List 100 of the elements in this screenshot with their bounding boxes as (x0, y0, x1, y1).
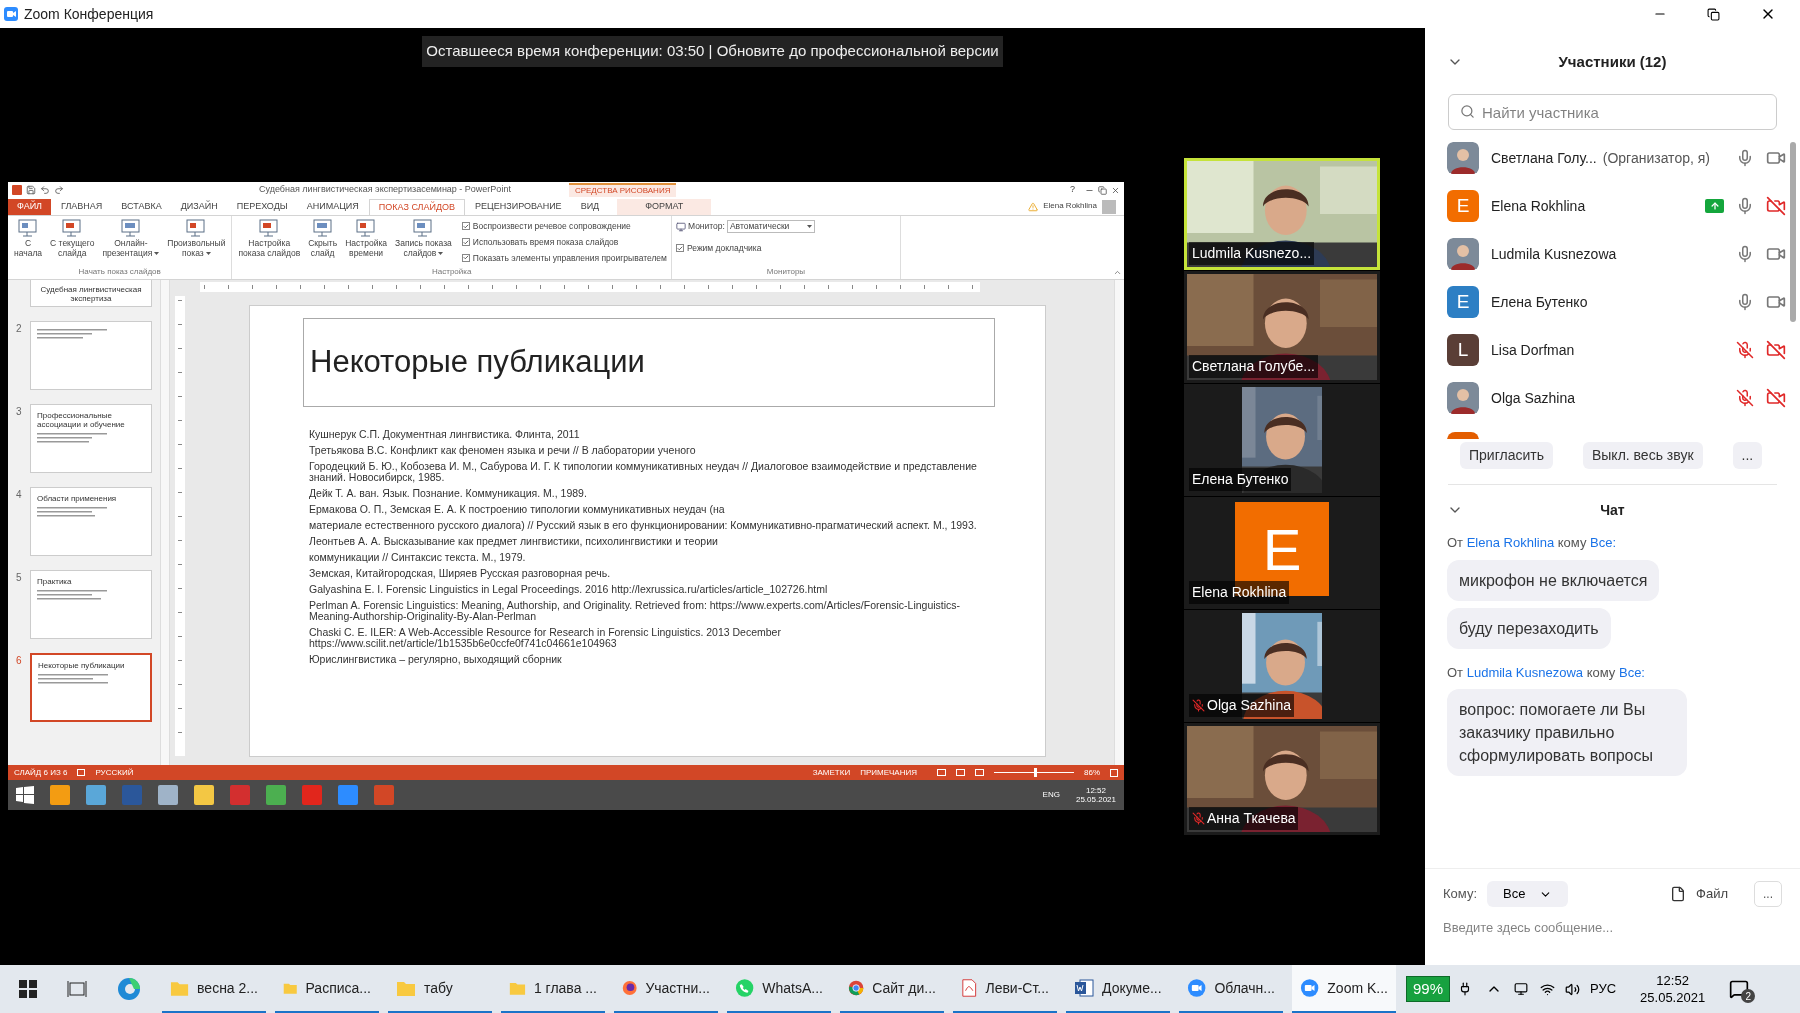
taskbar-item[interactable]: WhatsA... (727, 965, 831, 1013)
taskbar-item[interactable]: весна 2... (162, 965, 266, 1013)
clock-date[interactable]: 25.05.2021 (1640, 989, 1706, 1006)
more-button[interactable]: ... (1754, 881, 1782, 907)
notes-button[interactable]: ЗАМЕТКИ (812, 766, 851, 779)
slide-thumbnail[interactable]: Некоторые публикации (30, 653, 152, 722)
ribbon-tab[interactable]: ВСТАВКА (112, 199, 171, 215)
scrollbar[interactable] (1790, 142, 1796, 322)
message-field[interactable]: Введите здесь сообщение... (1443, 918, 1782, 938)
restore-icon[interactable] (1707, 7, 1720, 21)
monitor-dropdown[interactable]: Автоматически (726, 220, 815, 233)
video-off-icon[interactable] (1766, 340, 1786, 360)
ribbon-tab[interactable]: ВИД (571, 199, 609, 215)
mic-icon[interactable] (1736, 149, 1754, 167)
task-view-icon[interactable] (67, 980, 87, 998)
participant-row[interactable]: E Елена Бутенко (1447, 278, 1786, 326)
undo-icon[interactable] (40, 185, 50, 195)
windows-logo-icon[interactable] (16, 786, 34, 804)
taskbar-item[interactable]: Участни... (614, 965, 718, 1013)
ribbon-button[interactable]: Скрыть слайд (306, 218, 340, 258)
wifi-icon[interactable] (1540, 981, 1556, 997)
file-icon[interactable] (1670, 886, 1687, 902)
save-icon[interactable] (26, 185, 36, 195)
zoom-percent[interactable]: 86% (1084, 766, 1100, 779)
ribbon-tab[interactable]: ДИЗАЙН (171, 199, 227, 215)
taskbar-item[interactable]: Докуме... (1066, 965, 1170, 1013)
slide-thumbnail[interactable] (30, 321, 152, 390)
video-tile[interactable]: Светлана Голубе... (1184, 271, 1380, 383)
ribbon-button[interactable]: Запись показа слайдов (393, 218, 454, 258)
ribbon-tab[interactable]: ПЕРЕХОДЫ (227, 199, 297, 215)
video-tile[interactable]: Ludmila Kusnezo... (1184, 158, 1380, 270)
ribbon-button[interactable]: Настройка показа слайдов (236, 218, 303, 258)
panel-button[interactable]: ... (1732, 442, 1763, 469)
volume-icon[interactable] (1565, 981, 1581, 997)
mic-icon[interactable] (1736, 197, 1754, 215)
ribbon-button[interactable]: Онлайн- презентация (100, 218, 162, 258)
language-indicator[interactable]: РУС (1590, 979, 1617, 999)
slide-thumbnail[interactable]: Области применения (30, 487, 152, 556)
muted-mic-icon[interactable] (1736, 389, 1754, 407)
phone-bubble-icon (735, 978, 755, 998)
ribbon-tab[interactable]: ФАЙЛ (8, 199, 52, 215)
redo-icon[interactable] (54, 185, 64, 195)
file-button[interactable]: Файл (1696, 884, 1728, 904)
chat-message: буду перезаходить (1447, 607, 1611, 649)
slide-thumbnail[interactable]: Практика (30, 570, 152, 639)
windows-logo-icon[interactable] (19, 980, 37, 998)
video-tile[interactable]: Елена Бутенко (1184, 384, 1380, 496)
checkbox-label: Режим докладчика (686, 242, 762, 255)
taskbar-item[interactable]: 1 глава ... (501, 965, 605, 1013)
language-label[interactable]: РУССКИЙ (95, 766, 134, 779)
participant-row[interactable]: L Lisa Dorfman (1447, 326, 1786, 374)
slide-thumbnail[interactable]: Судебная лингвистическая экспертиза (30, 280, 152, 307)
video-off-icon[interactable] (1766, 388, 1786, 408)
participant-row[interactable]: Olga Sazhina (1447, 374, 1786, 422)
participant-row[interactable]: Ludmila Kusnezowa (1447, 230, 1786, 278)
panel-button[interactable]: Выкл. весь звук (1582, 442, 1703, 469)
slide-thumbnail[interactable]: Профессиональные ассоциации и обучение (30, 404, 152, 473)
ribbon-button[interactable]: Настройка времени (343, 218, 390, 258)
recipient-dropdown[interactable]: Все (1487, 881, 1569, 907)
ribbon-button[interactable]: С начала (12, 218, 45, 258)
ribbon-tab[interactable]: ФОРМАТ (617, 199, 712, 215)
taskbar-item[interactable]: Сайт ди... (840, 965, 944, 1013)
help-button[interactable]: ? (1070, 183, 1075, 197)
video-tile[interactable]: Olga Sazhina (1184, 610, 1380, 722)
comments-button[interactable]: ПРИМЕЧАНИЯ (860, 766, 917, 779)
taskbar-item[interactable]: табу (388, 965, 492, 1013)
mic-icon[interactable] (1736, 245, 1754, 263)
participant-name: Olga Sazhina (1207, 696, 1292, 715)
ribbon-button[interactable]: Произвольный показ (165, 218, 228, 258)
checkbox[interactable] (461, 253, 470, 262)
checkbox[interactable] (461, 222, 470, 231)
panel-button[interactable]: Пригласить (1460, 442, 1553, 469)
language-indicator[interactable]: ENG (1042, 789, 1060, 801)
title-placeholder[interactable]: Некоторые публикации (303, 318, 995, 407)
taskbar-item[interactable]: Расписа... (275, 965, 379, 1013)
participant-row[interactable]: Светлана Голу... (Организатор, я) (1447, 134, 1786, 182)
reference-text: Юрислингвистика – регулярно, выходящий сборник (309, 654, 563, 665)
mic-icon[interactable] (1736, 293, 1754, 311)
ribbon-tab[interactable]: АНИМАЦИЯ (297, 199, 368, 215)
checkbox[interactable] (675, 244, 684, 253)
participant-row[interactable]: E Elena Rokhlina (1447, 182, 1786, 230)
clock-time[interactable]: 12:52 (1656, 972, 1689, 989)
muted-mic-icon[interactable] (1736, 341, 1754, 359)
checkbox[interactable] (461, 238, 470, 247)
video-off-icon[interactable] (1766, 196, 1786, 216)
ribbon-tab[interactable]: ГЛАВНАЯ (52, 199, 112, 215)
ribbon-button[interactable]: С текущего слайда (48, 218, 97, 258)
ribbon-tab[interactable]: ПОКАЗ СЛАЙДОВ (368, 199, 466, 215)
ribbon-tab[interactable]: РЕЦЕНЗИРОВАНИЕ (466, 199, 571, 215)
taskbar-item[interactable]: Леви-Ст... (953, 965, 1057, 1013)
video-tile[interactable]: Анна Ткачева (1184, 723, 1380, 835)
taskbar-item[interactable]: Zoom K... (1292, 965, 1396, 1013)
taskbar-item[interactable]: Облачн... (1179, 965, 1283, 1013)
user-name[interactable]: Elena Rokhlina (1043, 200, 1097, 212)
scrollbar[interactable] (1114, 280, 1124, 765)
monitor-icon[interactable] (1514, 982, 1529, 996)
scrollbar[interactable] (160, 280, 170, 765)
video-tile[interactable]: E Elena Rokhlina (1184, 497, 1380, 609)
notification-icon[interactable] (1729, 979, 1750, 999)
search-field[interactable]: Найти участника (1448, 94, 1777, 130)
